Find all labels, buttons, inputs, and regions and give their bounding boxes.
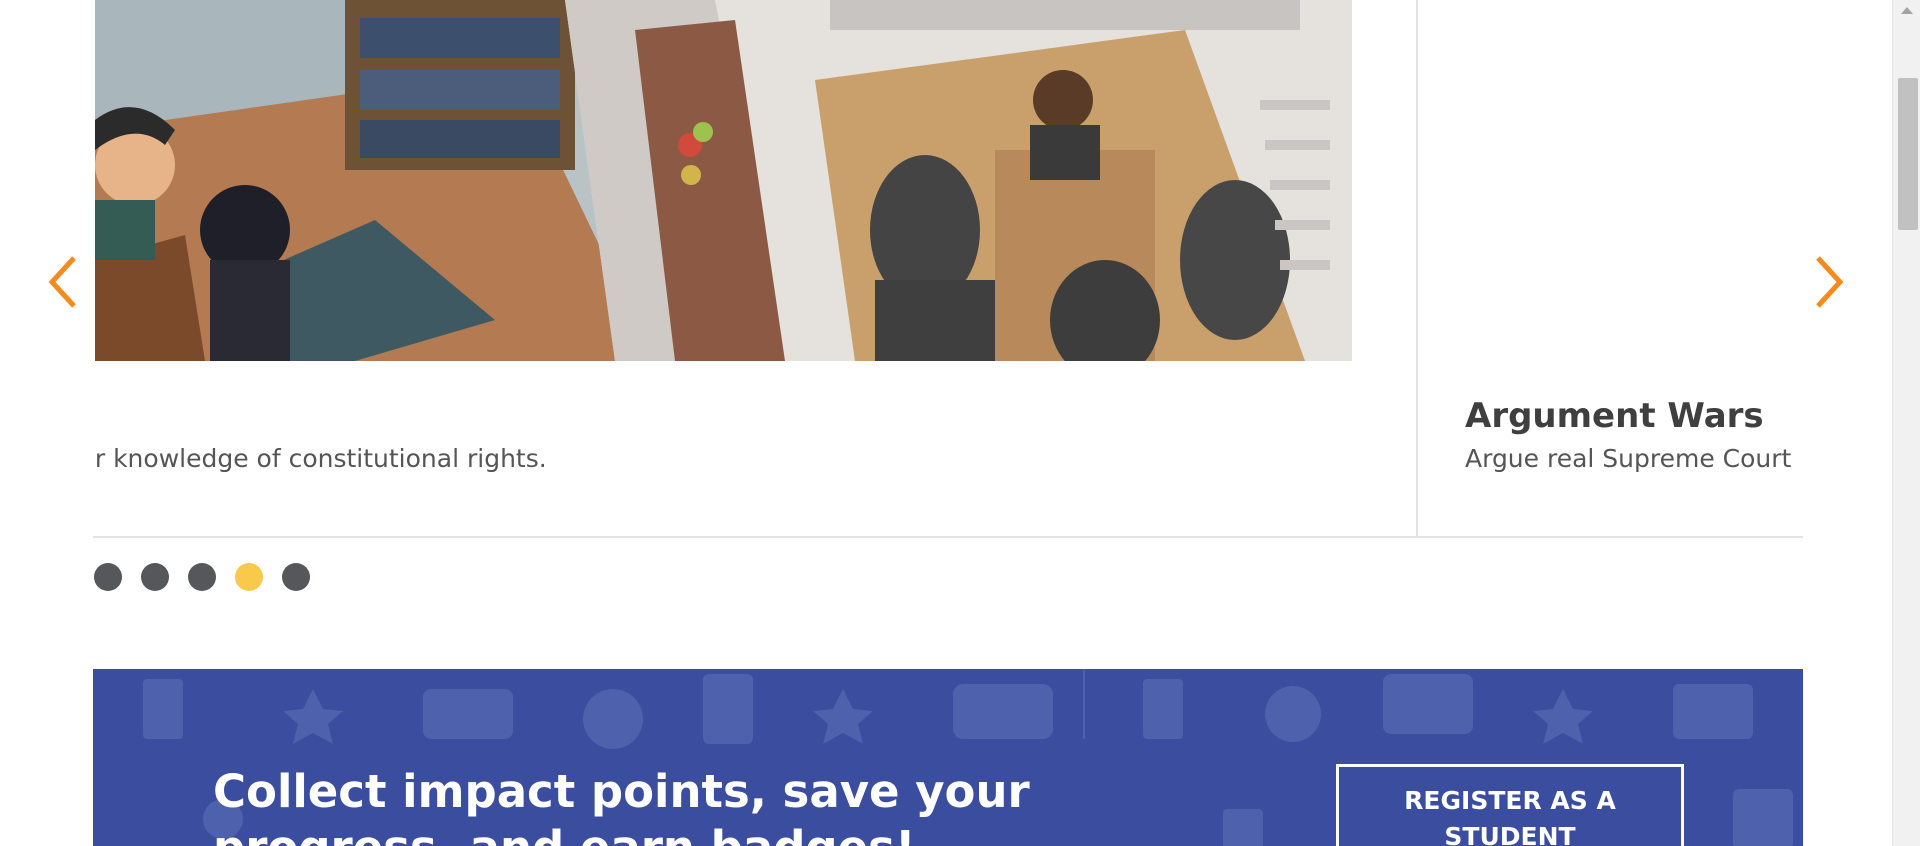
game-card-description: ur knowledge of constitutional rights. xyxy=(93,444,547,473)
carousel-dot-1[interactable] xyxy=(94,563,122,591)
game-card-current[interactable]: ur knowledge of constitutional rights. xyxy=(93,0,1490,538)
carousel-dot-2[interactable] xyxy=(141,563,169,591)
carousel-prev-button[interactable] xyxy=(42,252,86,312)
game-illustration xyxy=(95,0,1352,361)
carousel-pagination xyxy=(94,563,310,591)
chevron-left-icon xyxy=(48,256,76,308)
banner-heading: Collect impact points, save your progres… xyxy=(213,765,1030,846)
game-card-argument-wars[interactable]: Argument Wars Argue real Supreme Court xyxy=(1416,0,1803,538)
scrollbar-thumb[interactable] xyxy=(1898,78,1918,230)
register-banner: Collect impact points, save your progres… xyxy=(93,669,1803,846)
register-as-student-button[interactable]: REGISTER AS A STUDENT xyxy=(1336,764,1684,846)
courtroom-illustration xyxy=(95,0,1352,361)
carousel-dot-4[interactable] xyxy=(235,563,263,591)
game-card-description: Argue real Supreme Court xyxy=(1465,444,1792,473)
page-scrollbar[interactable] xyxy=(1892,0,1920,846)
carousel-dot-5[interactable] xyxy=(282,563,310,591)
carousel-dot-3[interactable] xyxy=(188,563,216,591)
carousel-viewport: ur knowledge of constitutional rights. A… xyxy=(93,0,1803,540)
chevron-right-icon xyxy=(1816,256,1844,308)
game-carousel: ur knowledge of constitutional rights. A… xyxy=(0,0,1890,620)
carousel-next-button[interactable] xyxy=(1806,252,1850,312)
scroll-up-arrow-icon[interactable] xyxy=(1893,0,1920,22)
game-card-title: Argument Wars xyxy=(1465,396,1764,436)
